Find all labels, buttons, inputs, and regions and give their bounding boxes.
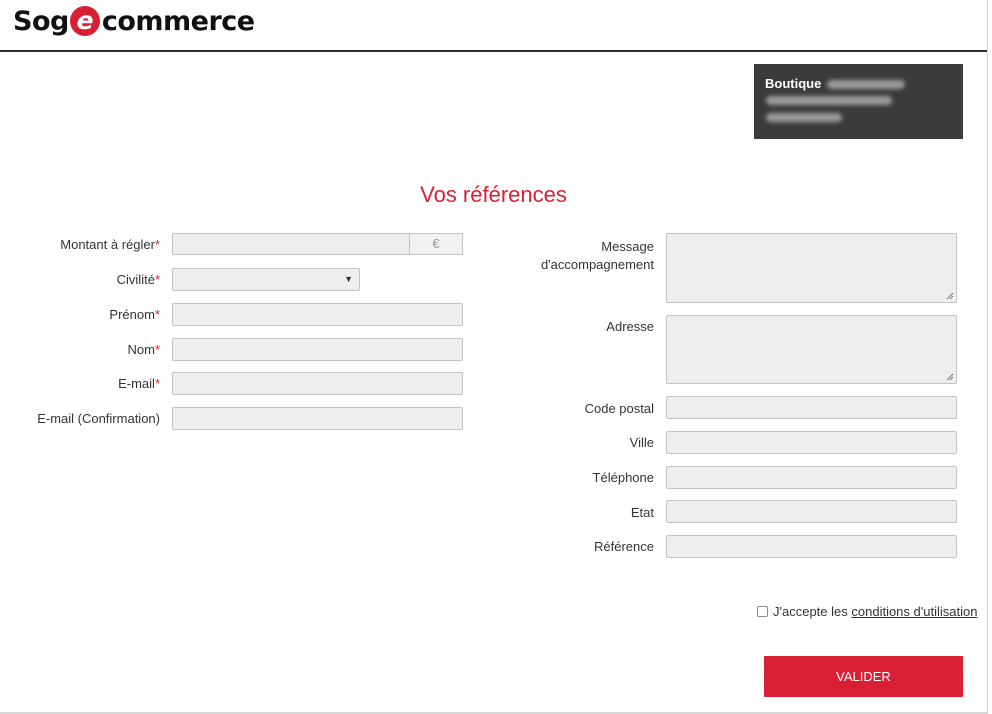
euro-addon: €: [409, 233, 463, 255]
logo-text-right: commerce: [101, 5, 255, 37]
terms-checkbox[interactable]: [757, 606, 768, 617]
civility-select[interactable]: ▼: [172, 268, 360, 291]
city-input[interactable]: [666, 431, 957, 454]
firstname-label-text: Prénom: [109, 307, 155, 322]
email-label: E-mail*: [118, 376, 160, 391]
message-textarea[interactable]: [666, 233, 957, 303]
required-mark: *: [154, 342, 160, 357]
state-input[interactable]: [666, 500, 957, 523]
dropdown-arrow-icon: ▼: [344, 274, 353, 284]
page-title: Vos références: [420, 182, 567, 207]
amount-input[interactable]: [172, 233, 410, 255]
blurred-shop-address: [766, 96, 892, 105]
email-input[interactable]: [172, 372, 463, 395]
lastname-input[interactable]: [172, 338, 463, 361]
terms-text: J'accepte les: [773, 604, 848, 619]
state-label: Etat: [630, 505, 654, 520]
blurred-shop-city: [766, 113, 842, 122]
message-label-line2: d'accompagnement: [540, 257, 654, 272]
reference-input[interactable]: [666, 535, 957, 558]
amount-label: Montant à régler*: [60, 237, 160, 252]
lastname-label-text: Nom: [127, 342, 155, 357]
submit-button[interactable]: VALIDER: [764, 656, 963, 697]
lastname-label: Nom*: [127, 342, 160, 357]
message-label: Message d'accompagnement: [541, 238, 654, 274]
postal-code-input[interactable]: [666, 396, 957, 419]
address-textarea[interactable]: [666, 315, 957, 384]
terms-link[interactable]: conditions d'utilisation: [851, 604, 977, 619]
resize-handle-icon[interactable]: [946, 292, 954, 300]
shop-label: Boutique: [765, 76, 822, 91]
resize-handle-icon[interactable]: [946, 373, 954, 381]
city-label: Ville: [629, 435, 654, 450]
required-mark: *: [154, 272, 160, 287]
sogecommerce-logo: Sog e commerce: [13, 4, 255, 38]
amount-label-text: Montant à régler: [60, 237, 155, 252]
email-confirm-label: E-mail (Confirmation): [37, 411, 160, 426]
blurred-shop-name: [827, 80, 906, 90]
email-label-text: E-mail: [118, 376, 155, 391]
required-mark: *: [154, 307, 160, 322]
postal-code-label: Code postal: [584, 401, 654, 416]
firstname-input[interactable]: [172, 303, 463, 326]
civility-label: Civilité*: [117, 272, 160, 287]
address-label: Adresse: [606, 319, 654, 334]
header: Sog e commerce: [0, 0, 987, 52]
phone-label: Téléphone: [592, 470, 654, 485]
shop-info-box: Boutique: [754, 64, 963, 139]
phone-input[interactable]: [666, 466, 957, 489]
reference-label: Référence: [594, 539, 654, 554]
terms-row: J'accepte les conditions d'utilisation: [757, 604, 977, 619]
page-edge: [987, 0, 988, 714]
firstname-label: Prénom*: [109, 307, 160, 322]
required-mark: *: [154, 376, 160, 391]
civility-label-text: Civilité: [116, 272, 155, 287]
logo-text-left: Sog: [13, 5, 69, 37]
logo-e-icon: e: [69, 6, 100, 36]
message-label-line1: Message: [601, 239, 654, 254]
email-confirm-input[interactable]: [172, 407, 463, 430]
required-mark: *: [154, 237, 160, 252]
